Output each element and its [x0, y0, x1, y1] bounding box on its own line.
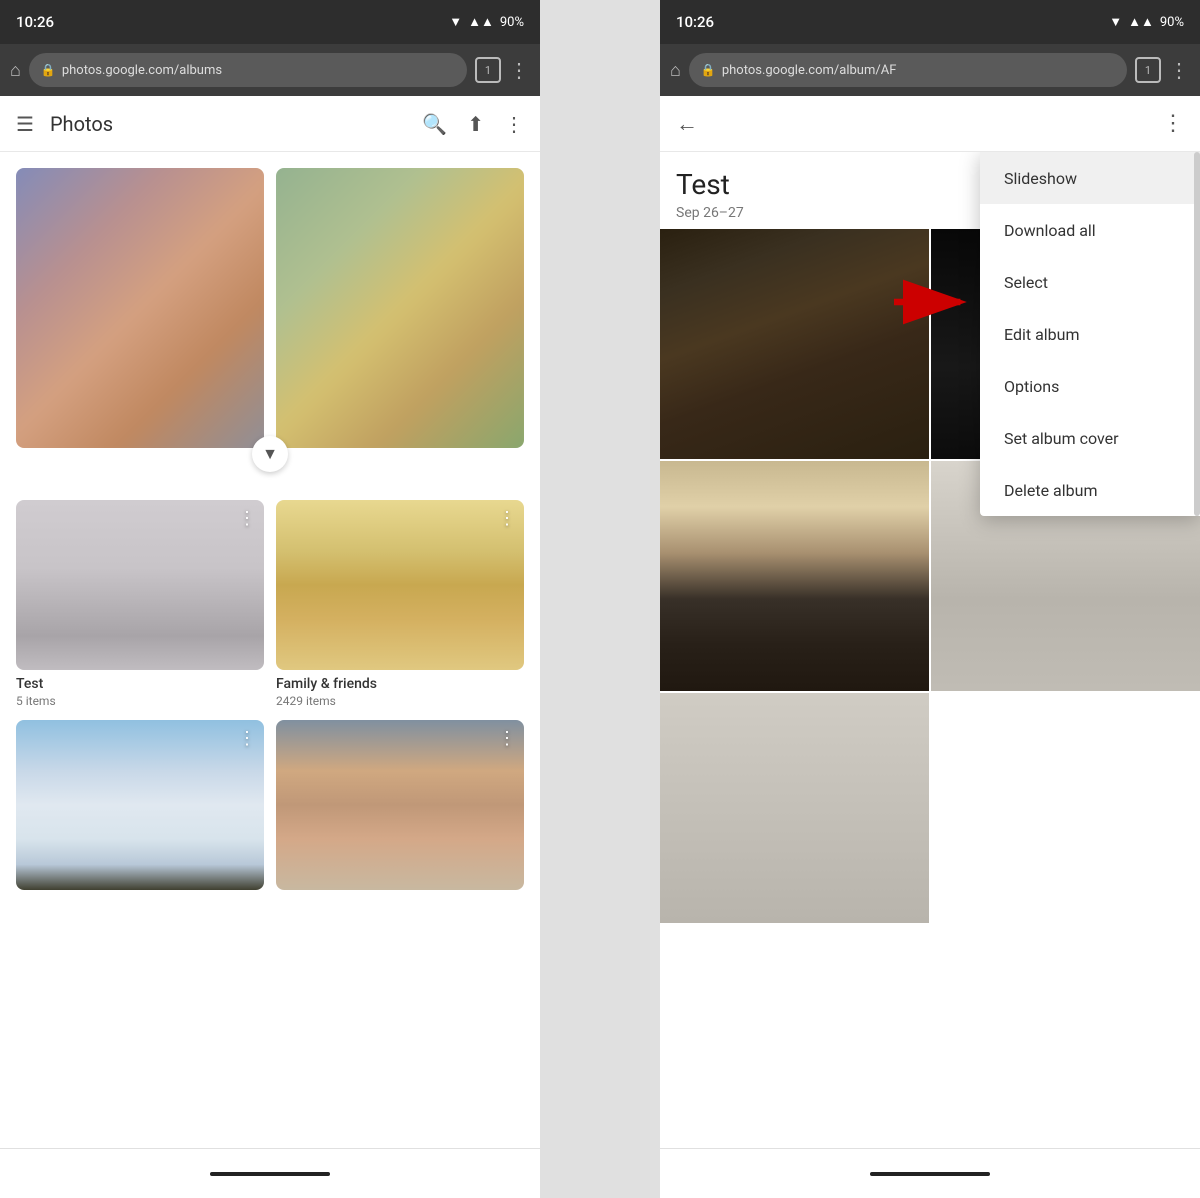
battery-level: 90%	[500, 15, 524, 30]
album-card-test[interactable]: ⋮ Test 5 items	[16, 500, 264, 708]
right-tab-switcher[interactable]: 1	[1135, 57, 1161, 83]
wifi-icon: ▼	[449, 14, 462, 30]
search-icon[interactable]: 🔍	[422, 112, 447, 136]
right-signal-icon: ▲▲	[1128, 14, 1154, 30]
left-address-bar: ⌂ 🔒 photos.google.com/albums 1 ⋮	[0, 44, 540, 96]
album-thumbnail-taj: ⋮	[16, 720, 264, 890]
tab-count: 1	[485, 64, 491, 77]
album-more-button-selfie[interactable]: ⋮	[498, 728, 516, 749]
home-icon[interactable]: ⌂	[10, 60, 21, 81]
menu-item-select[interactable]: Select	[980, 256, 1200, 308]
album-count-test: 5 items	[16, 694, 264, 708]
menu-item-download-all[interactable]: Download all	[980, 204, 1200, 256]
left-phone: 10:26 ▼ ▲▲ 90% ⌂ 🔒 photos.google.com/alb…	[0, 0, 540, 1198]
lock-icon: 🔒	[41, 63, 56, 77]
blurred-album-left[interactable]	[16, 168, 264, 448]
left-url-bar[interactable]: 🔒 photos.google.com/albums	[29, 53, 467, 87]
right-phone: 10:26 ▼ ▲▲ 90% ⌂ 🔒 photos.google.com/alb…	[660, 0, 1200, 1198]
chevron-down-icon: ▼	[262, 444, 278, 464]
right-content: Test Sep 26–27	[660, 152, 1200, 1148]
album-thumbnail-test: ⋮	[16, 500, 264, 670]
context-menu-scrollbar	[1194, 152, 1200, 516]
back-button[interactable]: ←	[676, 111, 698, 137]
left-toolbar: ☰ Photos 🔍 ⬆ ⋮	[0, 96, 540, 152]
right-url-bar[interactable]: 🔒 photos.google.com/album/AF	[689, 53, 1127, 87]
left-url-text: photos.google.com/albums	[62, 63, 222, 78]
blurred-albums-section: ▼	[0, 152, 540, 492]
right-url-text: photos.google.com/album/AF	[722, 63, 897, 78]
photo-1[interactable]	[660, 229, 929, 459]
photo-5[interactable]	[660, 693, 929, 923]
right-status-bar: 10:26 ▼ ▲▲ 90%	[660, 0, 1200, 44]
menu-item-delete-album[interactable]: Delete album	[980, 464, 1200, 516]
right-more-icon[interactable]: ⋮	[1162, 111, 1184, 136]
right-browser-more-icon[interactable]: ⋮	[1169, 58, 1190, 82]
album-name-test: Test	[16, 676, 264, 692]
context-menu: Slideshow Download all Select Edit album…	[980, 152, 1200, 516]
browser-more-icon[interactable]: ⋮	[509, 58, 530, 82]
tab-switcher[interactable]: 1	[475, 57, 501, 83]
menu-icon[interactable]: ☰	[16, 112, 34, 136]
phone-divider	[540, 0, 660, 1198]
toolbar-actions: 🔍 ⬆ ⋮	[422, 112, 524, 136]
left-status-time: 10:26	[16, 13, 54, 31]
right-battery-level: 90%	[1160, 15, 1184, 30]
home-indicator	[210, 1172, 330, 1176]
right-lock-icon: 🔒	[701, 63, 716, 77]
right-status-time: 10:26	[676, 13, 714, 31]
photo-3[interactable]	[660, 461, 929, 691]
album-card-taj[interactable]: ⋮	[16, 720, 264, 896]
menu-item-set-album-cover[interactable]: Set album cover	[980, 412, 1200, 464]
blurred-album-right[interactable]	[276, 168, 524, 448]
right-address-bar: ⌂ 🔒 photos.google.com/album/AF 1 ⋮	[660, 44, 1200, 96]
album-thumbnail-family: ⋮	[276, 500, 524, 670]
album-card-selfie[interactable]: ⋮	[276, 720, 524, 896]
right-toolbar: ← ⋮	[660, 96, 1200, 152]
menu-item-options[interactable]: Options	[980, 360, 1200, 412]
menu-item-edit-album[interactable]: Edit album	[980, 308, 1200, 360]
right-wifi-icon: ▼	[1109, 14, 1122, 30]
upload-icon[interactable]: ⬆	[467, 112, 484, 136]
left-content: ▼ ⋮ Test 5 items ⋮ Family & friends	[0, 152, 540, 1148]
menu-item-slideshow[interactable]: Slideshow	[980, 152, 1200, 204]
right-bottom-navigation	[660, 1148, 1200, 1198]
right-tab-count: 1	[1145, 64, 1151, 77]
album-more-button[interactable]: ⋮	[238, 508, 256, 529]
album-grid: ⋮ Test 5 items ⋮ Family & friends 2429 i…	[0, 492, 540, 912]
bottom-navigation	[0, 1148, 540, 1198]
right-home-icon[interactable]: ⌂	[670, 60, 681, 81]
signal-icon: ▲▲	[468, 14, 494, 30]
scroll-indicator: ▼	[252, 436, 288, 472]
album-card-family[interactable]: ⋮ Family & friends 2429 items	[276, 500, 524, 708]
right-home-indicator	[870, 1172, 990, 1176]
album-name-family: Family & friends	[276, 676, 524, 692]
left-status-icons: ▼ ▲▲ 90%	[449, 14, 524, 30]
right-status-icons: ▼ ▲▲ 90%	[1109, 14, 1184, 30]
album-more-button-family[interactable]: ⋮	[498, 508, 516, 529]
album-count-family: 2429 items	[276, 694, 524, 708]
left-status-bar: 10:26 ▼ ▲▲ 90%	[0, 0, 540, 44]
album-more-button-taj[interactable]: ⋮	[238, 728, 256, 749]
album-thumbnail-selfie: ⋮	[276, 720, 524, 890]
more-options-icon[interactable]: ⋮	[504, 112, 524, 136]
app-title: Photos	[50, 112, 422, 136]
